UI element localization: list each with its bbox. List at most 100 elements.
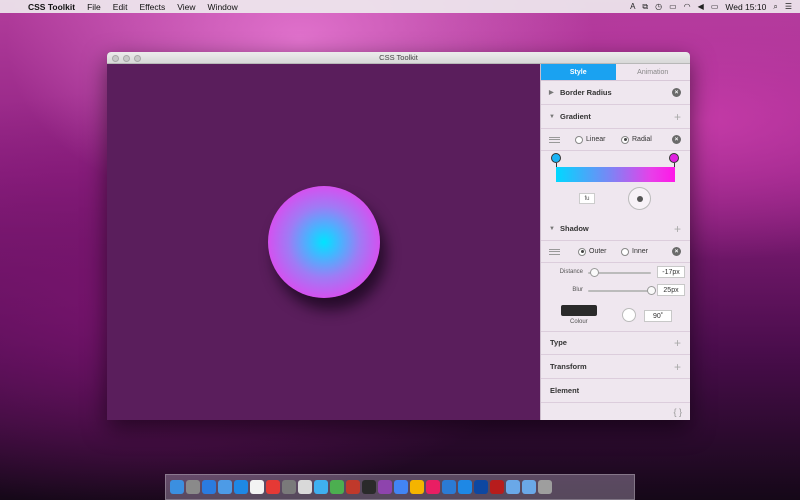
- folder-icon[interactable]: [522, 480, 536, 494]
- radio-dot[interactable]: [621, 247, 629, 256]
- section-transform[interactable]: Transform +: [541, 355, 690, 379]
- safari-icon[interactable]: [202, 480, 216, 494]
- launchpad-icon[interactable]: [186, 480, 200, 494]
- remove-border-radius-button[interactable]: ×: [672, 88, 681, 97]
- add-type-button[interactable]: +: [674, 337, 681, 349]
- add-gradient-button[interactable]: +: [674, 111, 681, 123]
- radio-dot[interactable]: [575, 135, 583, 144]
- blur-slider-thumb[interactable]: [646, 286, 656, 295]
- fireworks-icon[interactable]: [362, 480, 376, 494]
- app-icon[interactable]: [458, 480, 472, 494]
- remove-gradient-button[interactable]: ×: [672, 135, 681, 144]
- adobe-icon[interactable]: A: [630, 2, 635, 11]
- minimize-window-button[interactable]: [123, 55, 130, 62]
- section-label: Gradient: [560, 112, 591, 121]
- preview-canvas[interactable]: [107, 64, 540, 420]
- clock-icon[interactable]: ◷: [655, 2, 662, 11]
- shadow-colour-swatch[interactable]: [561, 305, 597, 316]
- section-border-radius[interactable]: ▶ Border Radius ×: [541, 81, 690, 105]
- record-icon[interactable]: [490, 480, 504, 494]
- airplay-icon[interactable]: ▭: [669, 2, 677, 11]
- section-label: Element: [550, 386, 580, 395]
- radio-outer[interactable]: Outer: [578, 247, 607, 256]
- section-label: Type: [550, 338, 567, 347]
- distance-label: Distance: [559, 269, 583, 275]
- menu-file[interactable]: File: [81, 2, 107, 12]
- volume-icon[interactable]: ◀: [698, 2, 704, 11]
- tab-style[interactable]: Style: [541, 64, 616, 80]
- section-element[interactable]: Element: [541, 379, 690, 403]
- menu-window[interactable]: Window: [202, 2, 244, 12]
- search-icon[interactable]: ⌕: [773, 2, 777, 12]
- disclosure-down-icon[interactable]: ▼: [549, 226, 560, 232]
- disclosure-right-icon[interactable]: ▶: [549, 89, 560, 96]
- messages-icon[interactable]: [314, 480, 328, 494]
- radio-dot[interactable]: [578, 247, 586, 256]
- menu-app-name[interactable]: CSS Toolkit: [24, 2, 81, 12]
- app-icon[interactable]: [378, 480, 392, 494]
- folder-icon[interactable]: [506, 480, 520, 494]
- safari-icon[interactable]: [234, 480, 248, 494]
- blur-label: Blur: [572, 287, 583, 293]
- section-label: Transform: [550, 362, 587, 371]
- disclosure-down-icon[interactable]: ▼: [549, 114, 560, 120]
- shadow-angle-field[interactable]: 90˚: [644, 310, 672, 322]
- radio-radial[interactable]: Radial: [621, 135, 652, 144]
- preview-icon[interactable]: [298, 480, 312, 494]
- section-label: Border Radius: [560, 88, 612, 97]
- radio-linear[interactable]: Linear: [575, 135, 605, 144]
- shadow-type-row: Outer Inner ×: [541, 241, 690, 263]
- section-type[interactable]: Type +: [541, 331, 690, 355]
- section-shadow[interactable]: ▼ Shadow +: [541, 217, 690, 241]
- radio-inner[interactable]: Inner: [621, 247, 648, 256]
- mail-icon[interactable]: [218, 480, 232, 494]
- gradient-stop-start[interactable]: [551, 153, 561, 163]
- trash-icon[interactable]: [538, 480, 552, 494]
- remove-shadow-button[interactable]: ×: [672, 247, 681, 256]
- calendar-icon[interactable]: [250, 480, 264, 494]
- title-bar[interactable]: CSS Toolkit: [107, 52, 690, 64]
- dial-knob[interactable]: [636, 195, 643, 202]
- section-gradient[interactable]: ▼ Gradient +: [541, 105, 690, 129]
- code-toggle-button[interactable]: { }: [673, 407, 682, 417]
- close-window-button[interactable]: [112, 55, 119, 62]
- app-icon[interactable]: [426, 480, 440, 494]
- gradient-bar[interactable]: [556, 167, 675, 182]
- tab-animation[interactable]: Animation: [615, 64, 690, 80]
- menu-edit[interactable]: Edit: [107, 2, 134, 12]
- home-icon[interactable]: [346, 480, 360, 494]
- list-icon[interactable]: ☰: [785, 2, 792, 11]
- blur-slider[interactable]: [588, 290, 651, 292]
- distance-slider-thumb[interactable]: [589, 268, 599, 277]
- menu-effects[interactable]: Effects: [133, 2, 171, 12]
- menu-clock[interactable]: Wed 15:10: [725, 2, 766, 12]
- add-transform-button[interactable]: +: [674, 361, 681, 373]
- app-icon[interactable]: [474, 480, 488, 494]
- gradient-stop-end[interactable]: [669, 153, 679, 163]
- gradient-angle-dial[interactable]: [628, 187, 651, 210]
- radio-dot[interactable]: [621, 135, 629, 144]
- drag-handle-icon[interactable]: [549, 136, 560, 143]
- zoom-window-button[interactable]: [134, 55, 141, 62]
- menu-view[interactable]: View: [171, 2, 201, 12]
- preview-element[interactable]: [268, 186, 380, 298]
- system-preferences-icon[interactable]: [282, 480, 296, 494]
- photo-icon[interactable]: [330, 480, 344, 494]
- finder-icon[interactable]: [170, 480, 184, 494]
- sketch-icon[interactable]: [410, 480, 424, 494]
- gradient-small-field[interactable]: fu: [579, 193, 595, 204]
- wifi-icon[interactable]: ◠: [684, 2, 691, 11]
- chrome-icon[interactable]: [394, 480, 408, 494]
- keynote-icon[interactable]: [442, 480, 456, 494]
- shadow-angle-dial[interactable]: [622, 308, 636, 322]
- add-shadow-button[interactable]: +: [674, 223, 681, 235]
- battery-icon[interactable]: ▭: [711, 2, 719, 11]
- radio-label: Outer: [589, 248, 607, 255]
- status-area: A ⧉ ◷ ▭ ◠ ◀ ▭ Wed 15:10 ⌕ ☰: [630, 0, 792, 13]
- window-title: CSS Toolkit: [379, 53, 418, 62]
- itunes-icon[interactable]: [266, 480, 280, 494]
- distance-value-field[interactable]: -17px: [657, 266, 685, 278]
- drag-handle-icon[interactable]: [549, 248, 560, 255]
- copy-icon[interactable]: ⧉: [642, 2, 648, 12]
- blur-value-field[interactable]: 25px: [657, 284, 685, 296]
